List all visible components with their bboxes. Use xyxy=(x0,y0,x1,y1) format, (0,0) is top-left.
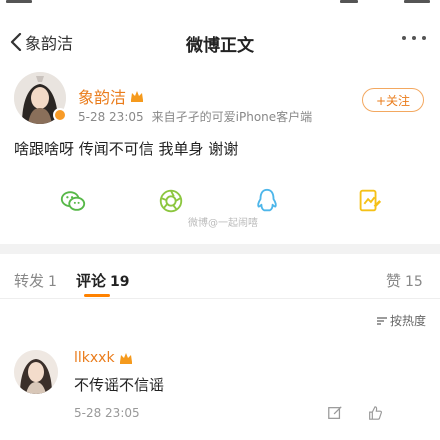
crown-icon xyxy=(119,353,132,364)
verified-badge-icon xyxy=(53,108,67,122)
interaction-tabs: 转发 1 评论 19 赞 15 xyxy=(0,266,440,297)
tabs-divider xyxy=(0,298,440,299)
comment-reply-button[interactable] xyxy=(326,404,344,422)
nav-bar: 象韵洁 微博正文 xyxy=(0,24,440,60)
comment-author-name[interactable]: llkxxk xyxy=(74,350,115,366)
tab-like-count: 15 xyxy=(405,274,423,290)
thumb-up-icon xyxy=(369,406,382,420)
author-avatar-wrap[interactable] xyxy=(14,72,67,124)
qq-icon xyxy=(257,188,277,212)
post-meta: 5-28 23:05 来自孑孑的可爱iPhone客户端 xyxy=(78,108,312,125)
comment-item: llkxxk 不传谣不信谣 5-28 23:05 xyxy=(0,344,440,440)
share-wechat-button[interactable] xyxy=(58,186,88,216)
post-text: 啥跟啥呀 传闻不可信 我单身 谢谢 xyxy=(14,140,239,158)
follow-button[interactable]: +关注 xyxy=(362,88,424,112)
comment-text: 不传谣不信谣 xyxy=(74,376,165,394)
status-wifi-icon xyxy=(340,0,358,3)
crown-icon xyxy=(131,91,144,102)
author[interactable]: 象韵洁 xyxy=(78,84,144,108)
section-divider xyxy=(0,244,440,254)
more-icon[interactable] xyxy=(402,36,426,40)
sort-button[interactable]: 按热度 xyxy=(376,312,426,329)
tab-comment-label: 评论 xyxy=(76,272,107,290)
post-source: 来自孑孑的可爱iPhone客户端 xyxy=(151,110,313,124)
share-moments-button[interactable] xyxy=(156,186,186,216)
tab-comment-count: 19 xyxy=(110,274,130,290)
sort-label: 按热度 xyxy=(389,314,426,328)
author-name[interactable]: 象韵洁 xyxy=(78,84,126,108)
sort-icon xyxy=(376,316,387,325)
edit-icon xyxy=(328,406,342,419)
comment-avatar[interactable] xyxy=(14,350,58,394)
tab-like[interactable]: 赞 15 xyxy=(386,270,423,291)
active-tab-indicator xyxy=(84,294,110,297)
tab-comment[interactable]: 评论 19 xyxy=(76,270,130,291)
tab-like-label: 赞 xyxy=(386,272,402,290)
qzone-icon xyxy=(359,189,382,212)
status-bar xyxy=(0,0,440,8)
share-qq-button[interactable] xyxy=(252,186,282,216)
post-time: 5-28 23:05 xyxy=(78,110,144,124)
page-title: 微博正文 xyxy=(186,36,254,56)
status-signal-icon xyxy=(6,0,32,3)
tab-repost-label: 转发 xyxy=(14,272,45,290)
share-qzone-button[interactable] xyxy=(354,186,384,216)
tab-repost-count: 1 xyxy=(48,274,57,290)
wechat-icon xyxy=(60,191,86,211)
comment-time: 5-28 23:05 xyxy=(74,406,140,420)
tab-repost[interactable]: 转发 1 xyxy=(14,270,57,291)
comment-author[interactable]: llkxxk xyxy=(74,350,133,366)
status-battery-icon xyxy=(404,0,430,3)
moments-icon xyxy=(159,189,183,213)
comment-like-button[interactable] xyxy=(366,404,384,422)
watermark-text: 微博@一起闹嘻 xyxy=(188,218,258,229)
